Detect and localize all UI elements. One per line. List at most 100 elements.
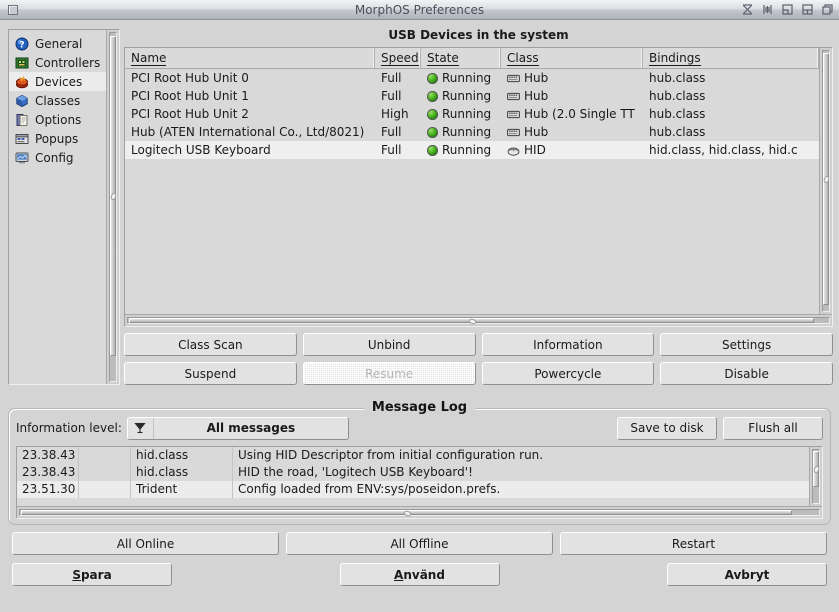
device-state-text: Running <box>442 89 492 103</box>
class-scan-button[interactable]: Class Scan <box>124 333 297 356</box>
disable-button[interactable]: Disable <box>660 362 833 385</box>
log-message: Config loaded from ENV:sys/poseidon.pref… <box>238 482 501 496</box>
column-header-state[interactable]: State <box>421 48 501 68</box>
information-level-value: All messages <box>206 421 296 435</box>
sidebar-item-devices[interactable]: Devices <box>9 72 106 91</box>
sidebar-item-controllers[interactable]: Controllers <box>9 53 106 72</box>
shrink-icon[interactable] <box>777 0 797 19</box>
usb-device-icon <box>15 75 29 89</box>
sidebar-item-options[interactable]: Options <box>9 110 106 129</box>
device-name-text: PCI Root Hub Unit 2 <box>131 107 249 121</box>
sidebar-item-config[interactable]: Config <box>9 148 106 167</box>
global-action-buttons: All Online All Offline Restart <box>12 532 827 555</box>
table-row[interactable]: Logitech USB Keyboard Full Running HID hid.c… <box>125 141 819 159</box>
message-log-list[interactable]: 23.38.43 hid.class Using HID Descriptor fr… <box>16 446 823 519</box>
device-class-text: Hub <box>524 71 549 85</box>
restart-button[interactable]: Restart <box>560 532 827 555</box>
suspend-button[interactable]: Suspend <box>124 362 297 385</box>
sidebar-scrollbar[interactable] <box>106 30 119 384</box>
sidebar-item-classes[interactable]: Classes <box>9 91 106 110</box>
message-log-horizontal-scrollbar[interactable] <box>17 506 822 518</box>
hub-icon <box>507 73 520 84</box>
table-row[interactable]: PCI Root Hub Unit 1 Full Running Hub hub.cla… <box>125 87 819 105</box>
device-action-buttons: Class Scan Unbind Information Settings Suspe… <box>124 333 833 385</box>
svg-text:?: ? <box>19 40 24 50</box>
list-item[interactable]: 23.51.30 Trident Config loaded from ENV:sy… <box>17 481 809 498</box>
device-state: Running <box>421 141 501 159</box>
devices-table-body[interactable]: PCI Root Hub Unit 0 Full Running Hub hub.cla… <box>125 69 819 314</box>
log-source: Trident <box>131 481 233 498</box>
column-header-name[interactable]: Name <box>125 48 375 68</box>
table-row[interactable]: Hub (ATEN International Co., Ltd/8021) Fu… <box>125 123 819 141</box>
column-header-bindings[interactable]: Bindings <box>643 48 819 68</box>
table-row[interactable]: PCI Root Hub Unit 0 Full Running Hub hub.cla… <box>125 69 819 87</box>
depth-icon[interactable] <box>817 0 837 19</box>
device-speed-text: Full <box>381 71 402 85</box>
devices-panel: USB Devices in the system Name Speed State… <box>124 25 833 385</box>
cancel-button[interactable]: Avbryt <box>667 563 827 586</box>
save-button[interactable]: Spara <box>12 563 172 586</box>
device-state: Running <box>421 69 501 87</box>
save-to-disk-button[interactable]: Save to disk <box>617 416 717 440</box>
all-offline-button[interactable]: All Offline <box>286 532 553 555</box>
log-blank <box>79 447 131 464</box>
dialog-buttons: Spara Använd Avbryt <box>12 563 827 586</box>
information-level-cycle[interactable]: All messages <box>126 416 349 440</box>
sidebar: ? General Controllers Devices Classes Options… <box>8 29 120 385</box>
device-speed-text: Full <box>381 143 402 157</box>
sidebar-item-label: Devices <box>35 74 83 89</box>
status-led-icon <box>427 126 438 138</box>
apply-button-accel: A <box>394 567 404 582</box>
device-state-text: Running <box>442 125 492 139</box>
unbind-button[interactable]: Unbind <box>302 333 476 356</box>
device-state: Running <box>421 123 501 141</box>
message-log-rows[interactable]: 23.38.43 hid.class Using HID Descriptor fr… <box>17 447 809 506</box>
device-bindings-text: hub.class <box>649 71 706 85</box>
device-bindings: hub.class <box>643 69 819 87</box>
devices-list-frame: Name Speed State Class Bindings PCI Root Hub… <box>124 47 833 327</box>
column-header-speed[interactable]: Speed <box>375 48 421 68</box>
save-button-accel: S <box>72 567 81 582</box>
powercycle-button[interactable]: Powercycle <box>481 362 655 385</box>
log-source: hid.class <box>131 447 233 464</box>
log-message: HID the road, 'Logitech USB Keyboard'! <box>238 465 473 479</box>
message-log-vertical-scrollbar[interactable] <box>809 447 822 506</box>
device-bindings: hid.class, hid.class, hid.c <box>643 141 819 159</box>
snapshot-icon[interactable] <box>737 0 757 19</box>
sidebar-item-general[interactable]: ? General <box>9 34 106 53</box>
devices-vertical-scrollbar[interactable] <box>819 48 832 314</box>
device-speed-text: High <box>381 107 409 121</box>
hub-icon <box>507 109 520 120</box>
settings-button[interactable]: Settings <box>660 333 833 356</box>
devices-horizontal-scrollbar[interactable] <box>125 314 832 326</box>
zoom-icon[interactable] <box>797 0 817 19</box>
devices-table-header[interactable]: Name Speed State Class Bindings <box>125 48 819 69</box>
sidebar-item-list[interactable]: ? General Controllers Devices Classes Options… <box>9 30 106 384</box>
device-name-text: Logitech USB Keyboard <box>131 143 271 157</box>
column-header-label: Speed <box>381 51 419 66</box>
resume-button: Resume <box>302 362 476 385</box>
device-class-text: Hub <box>524 125 549 139</box>
list-item[interactable]: 23.38.43 hid.class Using HID Descriptor fr… <box>17 447 809 464</box>
window-title: MorphOS Preferences <box>354 2 485 17</box>
device-name: PCI Root Hub Unit 1 <box>125 87 375 105</box>
popup-window-icon <box>15 132 29 146</box>
close-icon[interactable] <box>3 0 23 19</box>
log-time: 23.38.43 <box>17 447 79 464</box>
apply-button[interactable]: Använd <box>339 563 500 586</box>
list-item[interactable]: 23.38.43 hid.class HID the road, 'Logitech… <box>17 464 809 481</box>
all-online-button[interactable]: All Online <box>12 532 279 555</box>
device-name: Logitech USB Keyboard <box>125 141 375 159</box>
log-source: hid.class <box>131 464 233 481</box>
information-button[interactable]: Information <box>481 333 655 356</box>
sidebar-item-label: Classes <box>35 93 81 108</box>
table-row[interactable]: PCI Root Hub Unit 2 High Running Hub (2.0 S… <box>125 105 819 123</box>
column-header-label: Class <box>507 51 539 66</box>
device-speed: Full <box>375 69 421 87</box>
flush-all-button[interactable]: Flush all <box>723 416 823 440</box>
sidebar-item-popups[interactable]: Popups <box>9 129 106 148</box>
column-header-class[interactable]: Class <box>501 48 643 68</box>
iconify-icon[interactable] <box>757 0 777 19</box>
sidebar-item-label: Popups <box>35 131 79 146</box>
device-class-text: HID <box>524 143 546 157</box>
